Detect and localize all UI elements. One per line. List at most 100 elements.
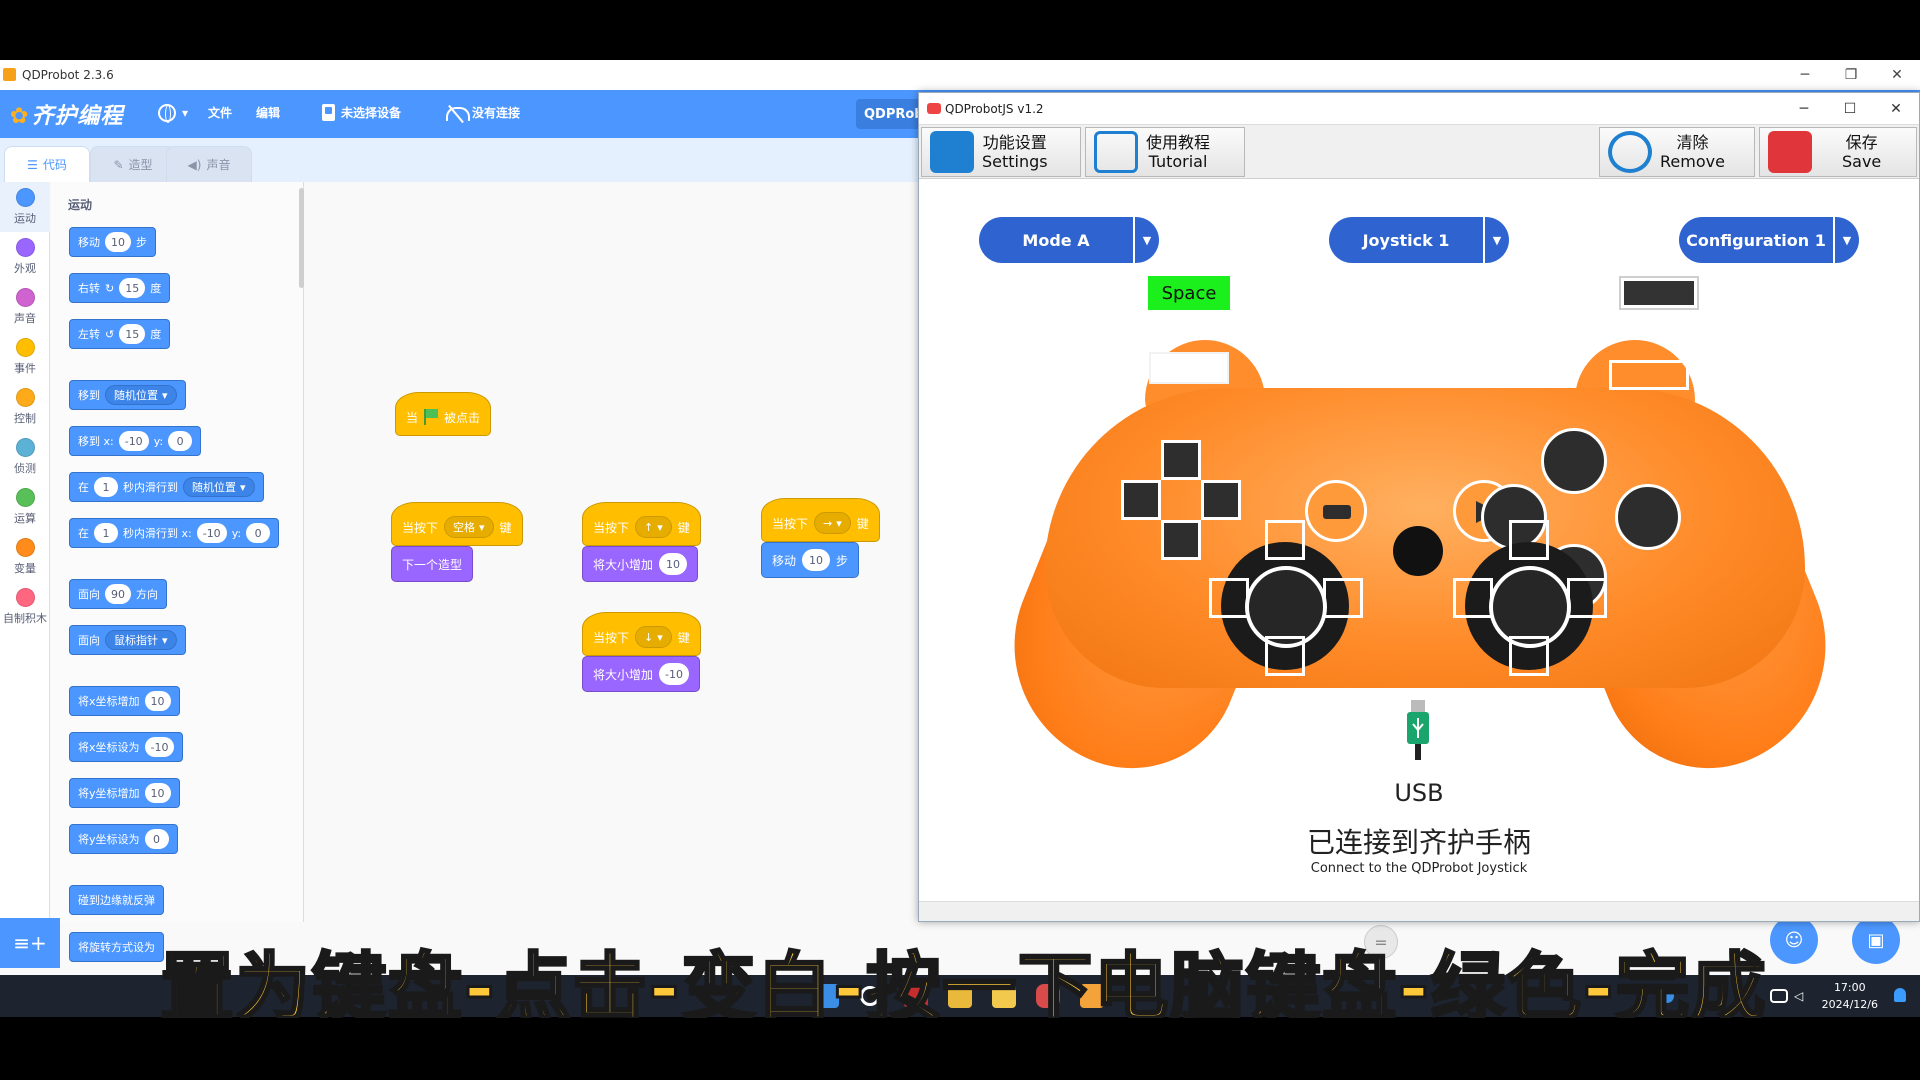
block-input[interactable]: 0: [168, 431, 193, 451]
palette-block-set-y[interactable]: 将y坐标设为 0: [69, 824, 178, 854]
category-operators[interactable]: 运算: [0, 482, 50, 532]
script-next-costume[interactable]: 下一个造型: [391, 546, 474, 582]
restore-icon[interactable]: ❐: [1828, 60, 1874, 90]
block-input[interactable]: 0: [144, 829, 169, 849]
category-myblocks[interactable]: 自制积木: [0, 582, 50, 632]
category-motion[interactable]: 运动: [0, 182, 50, 232]
script-move-steps[interactable]: 移动 10 步: [761, 542, 860, 578]
block-input[interactable]: 10: [105, 232, 131, 252]
script-when-up-pressed[interactable]: 当按下 ↑ ▾ 键: [582, 502, 701, 546]
tab-costumes[interactable]: ✎ 造型: [90, 146, 176, 182]
block-dropdown[interactable]: 鼠标指针 ▾: [105, 630, 177, 650]
key-dropdown[interactable]: 空格 ▾: [444, 516, 494, 538]
close-icon[interactable]: ✕: [1874, 60, 1920, 90]
palette-block-set-x[interactable]: 将x坐标设为 -10: [69, 732, 184, 762]
right-stick-left[interactable]: [1453, 578, 1493, 618]
category-events[interactable]: 事件: [0, 332, 50, 382]
key-dropdown[interactable]: ↑ ▾: [635, 516, 672, 538]
key-mapping-label-r1[interactable]: [1619, 276, 1699, 310]
right-stick-up[interactable]: [1509, 520, 1549, 560]
block-input[interactable]: 1: [94, 477, 118, 497]
left-stick-down[interactable]: [1265, 636, 1305, 676]
key-mapping-label-active[interactable]: Space: [1148, 276, 1230, 310]
palette-block-move[interactable]: 移动 10 步: [69, 227, 156, 257]
block-input[interactable]: 1: [94, 523, 118, 543]
right-stick-down[interactable]: [1509, 636, 1549, 676]
left-stick-up[interactable]: [1265, 520, 1305, 560]
block-input[interactable]: 15: [119, 278, 146, 298]
minimize-icon[interactable]: ─: [1782, 60, 1828, 90]
palette-block-point-towards[interactable]: 面向 鼠标指针 ▾: [69, 625, 186, 655]
script-when-space-pressed[interactable]: 当按下 空格 ▾ 键: [391, 502, 523, 546]
category-variables[interactable]: 变量: [0, 532, 50, 582]
face-button-top[interactable]: [1541, 428, 1607, 494]
script-when-right-pressed[interactable]: 当按下 → ▾ 键: [761, 498, 880, 542]
left-stick-left[interactable]: [1209, 578, 1249, 618]
tutorial-button[interactable]: 使用教程 Tutorial: [1085, 127, 1245, 177]
remove-button[interactable]: 清除 Remove: [1599, 127, 1755, 177]
left-stick-right[interactable]: [1323, 578, 1363, 618]
palette-block-glide-xy[interactable]: 在 1 秒内滑行到 x: -10 y: 0: [69, 518, 280, 548]
palette-block-change-x[interactable]: 将x坐标增加 10: [69, 686, 180, 716]
palette-block-rotation-style[interactable]: 将旋转方式设为: [69, 932, 164, 962]
right-stick-right[interactable]: [1567, 578, 1607, 618]
palette-block-bounce[interactable]: 碰到边缘就反弹: [69, 885, 164, 915]
palette-block-change-y[interactable]: 将y坐标增加 10: [69, 778, 180, 808]
category-sensing[interactable]: 侦测: [0, 432, 50, 482]
block-input[interactable]: -10: [144, 737, 175, 757]
block-input[interactable]: 10: [802, 549, 831, 571]
key-dropdown[interactable]: ↓ ▾: [635, 626, 672, 648]
block-input[interactable]: -10: [118, 431, 149, 451]
settings-button[interactable]: 功能设置 Settings: [921, 127, 1081, 177]
dpad-right[interactable]: [1201, 480, 1241, 520]
block-dropdown[interactable]: 随机位置 ▾: [183, 477, 255, 497]
category-sound[interactable]: 声音: [0, 282, 50, 332]
taskbar-clock[interactable]: 17:00 2024/12/6: [1822, 979, 1878, 1013]
language-menu[interactable]: ▾: [158, 104, 188, 123]
palette-scrollbar[interactable]: [299, 188, 304, 288]
dpad-left[interactable]: [1121, 480, 1161, 520]
script-change-size-down[interactable]: 将大小增加 -10: [582, 656, 700, 692]
block-input[interactable]: 10: [659, 553, 688, 575]
code-workspace[interactable]: 当被点击 当按下 空格 ▾ 键 下一个造型 当按下 ↑ ▾ 键 将大小增加 10 当按下 ↓ ▾ 键…: [305, 182, 920, 975]
block-input[interactable]: 0: [246, 523, 271, 543]
palette-block-point-direction[interactable]: 面向 90 方向: [69, 579, 167, 609]
device-menu[interactable]: 未选择设备: [322, 104, 401, 121]
block-input[interactable]: 90: [105, 584, 131, 604]
script-change-size-up[interactable]: 将大小增加 10: [582, 546, 699, 582]
minimize-icon[interactable]: ─: [1781, 93, 1827, 125]
key-dropdown[interactable]: → ▾: [814, 512, 851, 534]
category-control[interactable]: 控制: [0, 382, 50, 432]
joystick-select[interactable]: Joystick 1 ▼: [1329, 217, 1509, 263]
l1-mapping-box[interactable]: [1149, 352, 1229, 384]
block-input[interactable]: -10: [659, 663, 689, 685]
notification-icon[interactable]: [1894, 988, 1906, 1002]
connection-menu[interactable]: 没有连接: [446, 104, 520, 121]
block-input[interactable]: 10: [144, 691, 171, 711]
block-input[interactable]: 15: [119, 324, 146, 344]
face-button-right[interactable]: [1615, 484, 1681, 550]
save-button[interactable]: 保存 Save: [1759, 127, 1917, 177]
configuration-select[interactable]: Configuration 1 ▼: [1679, 217, 1859, 263]
add-extension-button[interactable]: ≡+: [0, 918, 60, 968]
palette-block-goto[interactable]: 移到 随机位置 ▾: [69, 380, 186, 410]
maximize-icon[interactable]: ☐: [1827, 93, 1873, 125]
block-input[interactable]: -10: [196, 523, 227, 543]
palette-block-turn-left[interactable]: 左转 ↺ 15 度: [69, 319, 171, 349]
category-looks[interactable]: 外观: [0, 232, 50, 282]
script-when-flag-clicked[interactable]: 当 被点击: [395, 392, 492, 436]
tab-sounds[interactable]: ◀) 声音: [166, 146, 252, 182]
palette-block-turn-right[interactable]: 右转 ↻ 15 度: [69, 273, 171, 303]
stage-add-button[interactable]: ▣: [1852, 916, 1900, 964]
mode-select[interactable]: Mode A ▼: [979, 217, 1159, 263]
dpad-down[interactable]: [1161, 520, 1201, 560]
script-when-down-pressed[interactable]: 当按下 ↓ ▾ 键: [582, 612, 701, 656]
edit-menu[interactable]: 编辑: [256, 104, 280, 121]
tab-code[interactable]: ☰ 代码: [4, 146, 90, 182]
palette-block-glide[interactable]: 在 1 秒内滑行到 随机位置 ▾: [69, 472, 264, 502]
palette-block-goto-xy[interactable]: 移到 x: -10 y: 0: [69, 426, 202, 456]
block-input[interactable]: 10: [144, 783, 171, 803]
close-icon[interactable]: ✕: [1873, 93, 1919, 125]
file-menu[interactable]: 文件: [208, 104, 232, 121]
dpad-up[interactable]: [1161, 440, 1201, 480]
